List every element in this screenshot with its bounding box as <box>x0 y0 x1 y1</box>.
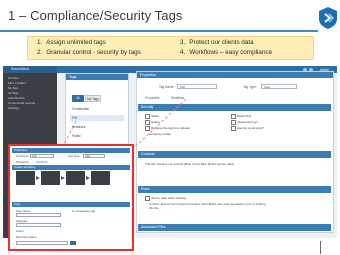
arrow-right-icon <box>61 176 65 180</box>
step-section-header[interactable]: Step <box>12 202 130 207</box>
create-workflow-header[interactable]: Create Workflow <box>12 165 130 170</box>
tab-properties[interactable]: Properties <box>145 96 160 100</box>
zoom-tag-type-select[interactable]: User <box>83 153 105 158</box>
assignee-input[interactable] <box>16 223 61 227</box>
next-step-label: Next Step Name <box>16 235 37 239</box>
contents-section-header[interactable]: Contents <box>138 151 331 158</box>
workflow-step-node[interactable] <box>66 171 85 185</box>
workflow-zoom-inset: Properties Tag Name: PHI Tag Type: User … <box>8 144 134 251</box>
properties-panel: Properties Tag Name: PHI Tag Type: User … <box>136 71 334 233</box>
feature-item: 1. Assign unlimited tags <box>37 39 106 46</box>
tag-list-item-selected[interactable]: PHI <box>70 115 124 121</box>
slide-title: 1 – Compliance/Security Tags <box>8 8 183 23</box>
tags-panel-title: Tags <box>66 74 128 80</box>
zoom-tab-properties[interactable]: Properties <box>16 160 29 164</box>
brand-logo-icon <box>318 6 338 30</box>
security-section-header[interactable]: Security <box>138 104 331 111</box>
arrow-right-icon <box>86 176 90 180</box>
sidebar-item[interactable]: All Tags <box>8 91 18 95</box>
app-brand: SecureAlbox <box>11 67 30 71</box>
tag-list-item[interactable]: Public <box>70 133 124 139</box>
feature-item: 4. Workflows – easy compliance <box>180 49 273 56</box>
sidebar-item[interactable]: Unrestricted records <box>8 101 35 105</box>
associated-files-section-header[interactable]: Associated Files <box>138 224 331 231</box>
contents-text: This file contains our records (Blue Cro… <box>145 162 234 166</box>
security-option[interactable]: Has No Local copy? <box>231 126 264 131</box>
filter-all-button[interactable]: All <box>72 95 84 102</box>
tag-type-label: Tag Type: <box>243 85 257 89</box>
tag-type-select[interactable]: User <box>261 84 297 89</box>
add-step-button[interactable] <box>70 241 76 245</box>
rule-option[interactable]: Tool to warn when sharing <box>145 196 186 201</box>
managed-by-tag-label: Is managed by tag <box>72 209 96 213</box>
sidebar-item[interactable]: Settings <box>8 106 19 110</box>
feature-list: 1. Assign unlimited tags 2. Granular contr… <box>27 36 314 60</box>
tag-list-item[interactable]: Confidential <box>70 106 124 112</box>
security-option[interactable]: Read Only <box>231 114 251 119</box>
security-option-note: except by create <box>149 132 172 136</box>
zoom-tag-name-label: Tag Name: <box>16 154 30 158</box>
step-name-input[interactable] <box>16 213 61 217</box>
workflow-step-node[interactable] <box>91 171 110 185</box>
slide-page-marker <box>320 241 321 254</box>
sidebar-item[interactable]: My files <box>8 86 18 90</box>
sidebar-item[interactable]: All Files <box>8 76 19 80</box>
zoom-tab-workflow[interactable]: Workflow <box>36 160 47 164</box>
tab-workflow[interactable]: Workflow <box>171 96 184 100</box>
security-option[interactable]: Always Encrypt <box>231 120 258 125</box>
security-option[interactable]: Share <box>145 114 159 119</box>
sidebar-item[interactable]: Files in folder <box>8 81 26 85</box>
workflow-step-node[interactable] <box>16 171 35 185</box>
properties-title: Properties <box>137 72 333 78</box>
tag-name-input[interactable]: PHI <box>177 84 217 89</box>
sidebar-item[interactable]: Attachments <box>8 96 25 100</box>
rule-caution-text: Caution: Ensure the recipient complies w… <box>149 202 266 210</box>
zoom-properties-title: Properties <box>12 148 130 153</box>
zoom-tag-type-label: Tag Type: <box>68 154 81 158</box>
feature-item: 2. Granular control - security by tags <box>37 49 141 56</box>
next-step-input[interactable] <box>16 241 68 245</box>
rules-section-header[interactable]: Rules <box>138 186 331 193</box>
feature-item: 3. Protect our clients data <box>180 39 254 46</box>
title-divider <box>0 30 318 32</box>
tag-name-label: Tag Name: <box>159 85 175 89</box>
filter-my-tags-button[interactable]: My Tags <box>85 95 101 102</box>
tag-list-item[interactable]: Releases <box>70 124 124 130</box>
zoom-tag-name-input[interactable]: PHI <box>30 153 54 158</box>
arrow-right-icon <box>36 176 40 180</box>
action-label: Action <box>16 229 24 233</box>
workflow-step-node[interactable] <box>41 171 60 185</box>
